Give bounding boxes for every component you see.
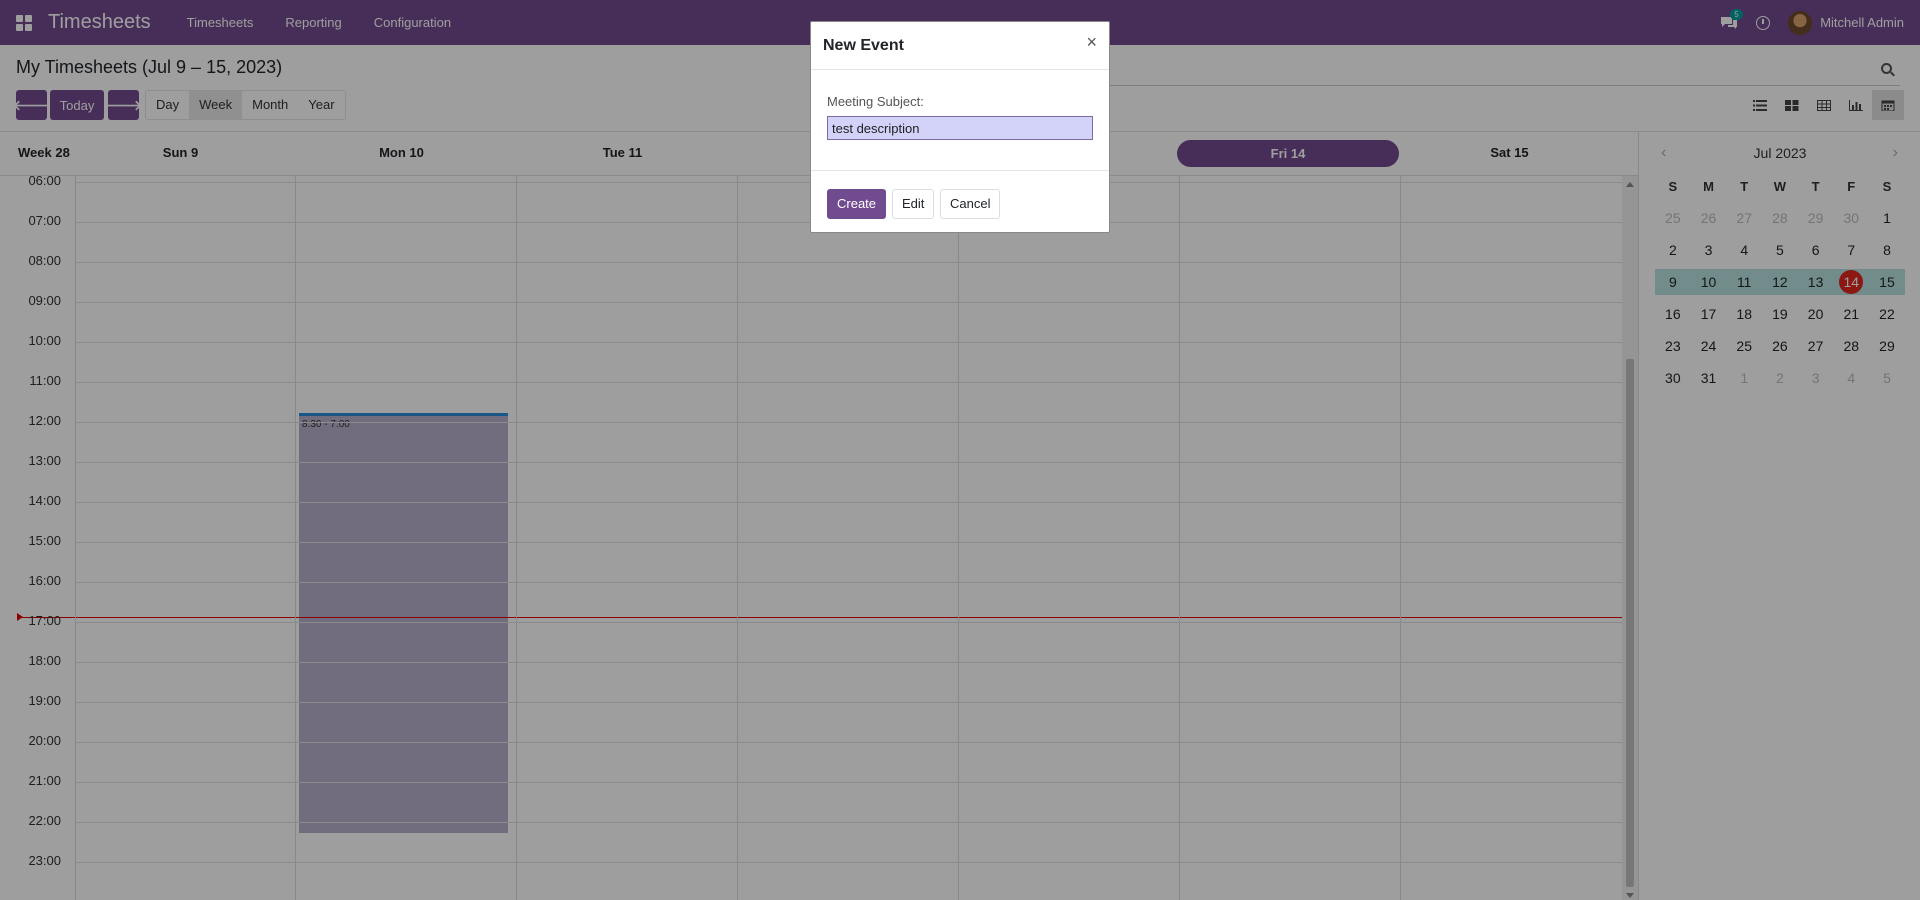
- new-event-dialog: New Event × Meeting Subject: Create Edit…: [810, 21, 1110, 233]
- close-icon[interactable]: ×: [1086, 33, 1097, 51]
- dialog-title: New Event: [823, 37, 904, 54]
- dialog-body: Meeting Subject:: [811, 70, 1109, 171]
- meeting-subject-input[interactable]: [827, 116, 1093, 140]
- meeting-subject-label: Meeting Subject:: [827, 94, 924, 109]
- cancel-button[interactable]: Cancel: [940, 189, 1001, 219]
- dialog-footer: Create Edit Cancel: [811, 171, 1109, 233]
- create-button[interactable]: Create: [827, 189, 887, 219]
- edit-button[interactable]: Edit: [892, 189, 935, 219]
- dialog-header: New Event ×: [811, 22, 1109, 70]
